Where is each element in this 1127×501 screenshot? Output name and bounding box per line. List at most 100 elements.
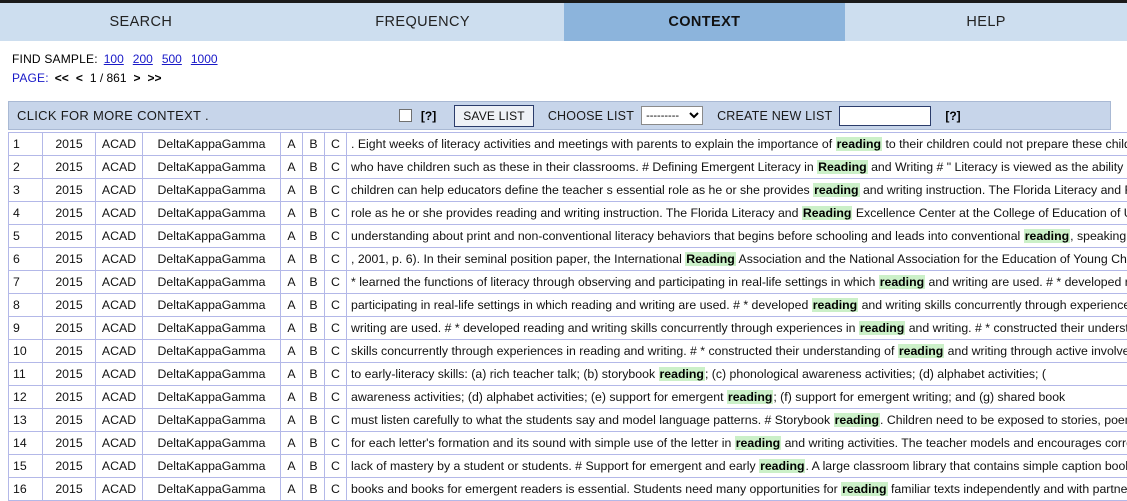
row-cell-col-c[interactable]: C	[325, 409, 347, 432]
help-icon-2[interactable]: [?]	[945, 109, 960, 123]
row-cell-source: DeltaKappaGamma	[143, 271, 281, 294]
next-page-icon[interactable]: >	[134, 70, 141, 87]
first-page-icon[interactable]: <<	[55, 70, 69, 87]
table-row[interactable]: 42015ACADDeltaKappaGammaABCrole as he or…	[9, 202, 1127, 225]
row-cell-col-b[interactable]: B	[303, 432, 325, 455]
row-cell-col-c[interactable]: C	[325, 248, 347, 271]
sample-link-200[interactable]: 200	[133, 51, 153, 68]
table-row[interactable]: 132015ACADDeltaKappaGammaABCmust listen …	[9, 409, 1127, 432]
row-cell-col-b[interactable]: B	[303, 363, 325, 386]
row-cell-context[interactable]: books and books for emergent readers is …	[347, 478, 1127, 501]
row-cell-context[interactable]: who have children such as these in their…	[347, 156, 1127, 179]
table-row[interactable]: 72015ACADDeltaKappaGammaABC* learned the…	[9, 271, 1127, 294]
row-cell-col-a[interactable]: A	[281, 202, 303, 225]
row-cell-context[interactable]: role as he or she provides reading and w…	[347, 202, 1127, 225]
choose-list-select[interactable]: ---------	[641, 106, 703, 125]
row-cell-col-b[interactable]: B	[303, 271, 325, 294]
tab-search[interactable]: SEARCH	[0, 3, 282, 41]
row-cell-context[interactable]: lack of mastery by a student or students…	[347, 455, 1127, 478]
row-cell-col-c[interactable]: C	[325, 317, 347, 340]
row-cell-col-c[interactable]: C	[325, 340, 347, 363]
row-cell-col-a[interactable]: A	[281, 340, 303, 363]
tab-frequency[interactable]: FREQUENCY	[282, 3, 564, 41]
row-cell-col-a[interactable]: A	[281, 455, 303, 478]
row-cell-context[interactable]: must listen carefully to what the studen…	[347, 409, 1127, 432]
row-cell-col-c[interactable]: C	[325, 386, 347, 409]
row-cell-context[interactable]: skills concurrently through experiences …	[347, 340, 1127, 363]
row-cell-col-c[interactable]: C	[325, 455, 347, 478]
table-row[interactable]: 142015ACADDeltaKappaGammaABCfor each let…	[9, 432, 1127, 455]
last-page-icon[interactable]: >>	[148, 70, 162, 87]
row-cell-col-a[interactable]: A	[281, 432, 303, 455]
row-cell-col-a[interactable]: A	[281, 179, 303, 202]
table-row[interactable]: 162015ACADDeltaKappaGammaABCbooks and bo…	[9, 478, 1127, 501]
row-cell-col-b[interactable]: B	[303, 225, 325, 248]
row-cell-col-b[interactable]: B	[303, 202, 325, 225]
row-cell-col-b[interactable]: B	[303, 294, 325, 317]
row-cell-context[interactable]: awareness activities; (d) alphabet activ…	[347, 386, 1127, 409]
row-cell-col-a[interactable]: A	[281, 156, 303, 179]
row-cell-col-a[interactable]: A	[281, 225, 303, 248]
row-cell-col-c[interactable]: C	[325, 225, 347, 248]
row-cell-col-b[interactable]: B	[303, 340, 325, 363]
row-cell-col-a[interactable]: A	[281, 248, 303, 271]
sample-link-100[interactable]: 100	[104, 51, 124, 68]
row-cell-context[interactable]: * learned the functions of literacy thro…	[347, 271, 1127, 294]
row-cell-col-c[interactable]: C	[325, 179, 347, 202]
create-new-list-input[interactable]	[839, 106, 931, 126]
row-cell-col-b[interactable]: B	[303, 133, 325, 156]
row-cell-col-b[interactable]: B	[303, 386, 325, 409]
row-cell-col-a[interactable]: A	[281, 317, 303, 340]
select-all-checkbox[interactable]	[399, 109, 412, 122]
sample-link-500[interactable]: 500	[162, 51, 182, 68]
row-cell-context[interactable]: understanding about print and non-conven…	[347, 225, 1127, 248]
table-row[interactable]: 12015ACADDeltaKappaGammaABC. Eight weeks…	[9, 133, 1127, 156]
prev-page-icon[interactable]: <	[76, 70, 83, 87]
table-row[interactable]: 122015ACADDeltaKappaGammaABCawareness ac…	[9, 386, 1127, 409]
table-row[interactable]: 22015ACADDeltaKappaGammaABCwho have chil…	[9, 156, 1127, 179]
row-cell-col-a[interactable]: A	[281, 133, 303, 156]
row-cell-col-a[interactable]: A	[281, 363, 303, 386]
row-cell-col-c[interactable]: C	[325, 271, 347, 294]
row-cell-source: DeltaKappaGamma	[143, 386, 281, 409]
row-cell-col-c[interactable]: C	[325, 363, 347, 386]
sample-link-1000[interactable]: 1000	[191, 51, 218, 68]
row-cell-context[interactable]: participating in real-life settings in w…	[347, 294, 1127, 317]
row-cell-col-b[interactable]: B	[303, 317, 325, 340]
row-cell-col-b[interactable]: B	[303, 455, 325, 478]
row-cell-context[interactable]: . Eight weeks of literacy activities and…	[347, 133, 1127, 156]
table-row[interactable]: 32015ACADDeltaKappaGammaABCchildren can …	[9, 179, 1127, 202]
table-row[interactable]: 62015ACADDeltaKappaGammaABC, 2001, p. 6)…	[9, 248, 1127, 271]
row-cell-col-a[interactable]: A	[281, 478, 303, 501]
row-cell-col-c[interactable]: C	[325, 133, 347, 156]
row-cell-col-a[interactable]: A	[281, 409, 303, 432]
table-row[interactable]: 82015ACADDeltaKappaGammaABCparticipating…	[9, 294, 1127, 317]
table-row[interactable]: 152015ACADDeltaKappaGammaABClack of mast…	[9, 455, 1127, 478]
row-cell-col-a[interactable]: A	[281, 294, 303, 317]
row-cell-context[interactable]: children can help educators define the t…	[347, 179, 1127, 202]
row-cell-col-c[interactable]: C	[325, 156, 347, 179]
row-cell-context[interactable]: to early-literacy skills: (a) rich teach…	[347, 363, 1127, 386]
row-cell-col-b[interactable]: B	[303, 478, 325, 501]
row-cell-col-a[interactable]: A	[281, 271, 303, 294]
row-cell-col-c[interactable]: C	[325, 478, 347, 501]
tab-help[interactable]: HELP	[845, 3, 1127, 41]
table-row[interactable]: 112015ACADDeltaKappaGammaABCto early-lit…	[9, 363, 1127, 386]
save-list-button[interactable]: SAVE LIST	[454, 105, 534, 127]
row-cell-context[interactable]: , 2001, p. 6). In their seminal position…	[347, 248, 1127, 271]
table-row[interactable]: 102015ACADDeltaKappaGammaABCskills concu…	[9, 340, 1127, 363]
row-cell-context[interactable]: for each letter's formation and its soun…	[347, 432, 1127, 455]
row-cell-col-a[interactable]: A	[281, 386, 303, 409]
row-cell-col-c[interactable]: C	[325, 294, 347, 317]
table-row[interactable]: 52015ACADDeltaKappaGammaABCunderstanding…	[9, 225, 1127, 248]
row-cell-col-b[interactable]: B	[303, 156, 325, 179]
row-cell-col-b[interactable]: B	[303, 179, 325, 202]
tab-context[interactable]: CONTEXT	[564, 3, 846, 41]
row-cell-context[interactable]: writing are used. # * developed reading …	[347, 317, 1127, 340]
row-cell-col-b[interactable]: B	[303, 248, 325, 271]
table-row[interactable]: 92015ACADDeltaKappaGammaABCwriting are u…	[9, 317, 1127, 340]
help-icon-1[interactable]: [?]	[421, 109, 436, 123]
row-cell-col-c[interactable]: C	[325, 202, 347, 225]
row-cell-col-b[interactable]: B	[303, 409, 325, 432]
row-cell-col-c[interactable]: C	[325, 432, 347, 455]
